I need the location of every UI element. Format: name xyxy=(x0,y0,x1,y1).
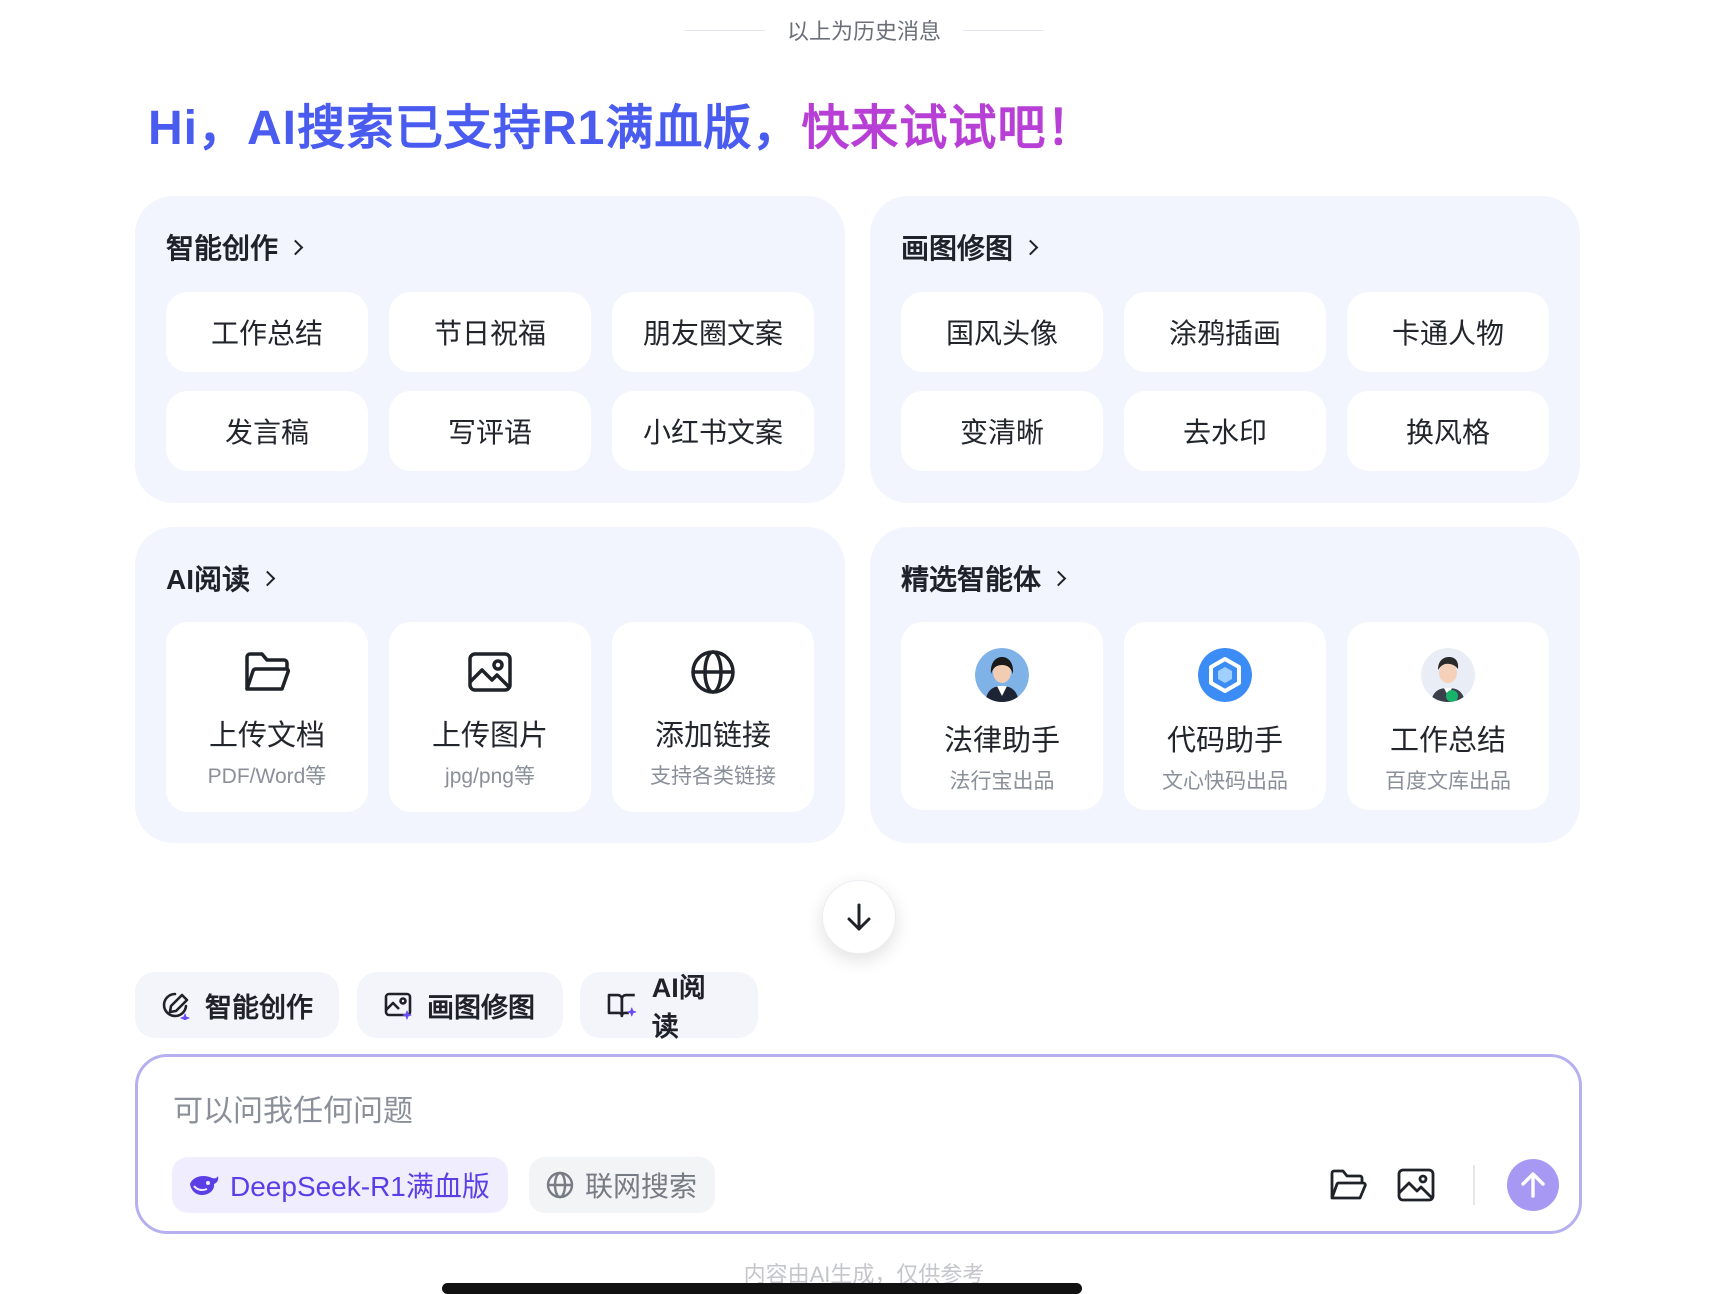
tile-subtitle: 法行宝出品 xyxy=(949,770,1055,793)
greeting-headline: Hi，AI搜索已支持R1满血版，快来试试吧！ xyxy=(148,88,1095,158)
book-sparkle-icon xyxy=(607,993,637,1018)
divider-line-right xyxy=(963,29,1043,31)
chevron-right-icon xyxy=(1022,239,1039,255)
history-divider-text: 以上为历史消息 xyxy=(786,19,941,44)
reading-card: AI阅读 上传文档 PDF/Word等 上传图片 jpg/png等 添加链接 支… xyxy=(135,527,845,843)
image-item[interactable]: 去水印 xyxy=(1124,391,1326,471)
quick-tab-reading[interactable]: AI阅读 xyxy=(580,972,758,1042)
chevron-right-icon xyxy=(1050,570,1067,586)
reading-card-title[interactable]: AI阅读 xyxy=(166,558,276,598)
tile-subtitle: PDF/Word等 xyxy=(207,765,327,788)
tile-title: 添加链接 xyxy=(654,720,771,752)
image-title-label: 画图修图 xyxy=(901,233,1014,264)
arrow-up-icon xyxy=(1521,1172,1545,1198)
tile-subtitle: 文心快码出品 xyxy=(1162,770,1288,793)
divider-line-left xyxy=(684,29,765,31)
tile-title: 上传文档 xyxy=(208,720,325,752)
globe-icon xyxy=(546,1171,574,1199)
scroll-down-button[interactable] xyxy=(822,880,896,954)
toolbar-divider xyxy=(1473,1165,1475,1205)
image-icon xyxy=(1397,1168,1435,1202)
globe-icon xyxy=(689,646,737,698)
model-chip-label: DeepSeek-R1满血版 xyxy=(230,1171,490,1202)
tile-title: 法律助手 xyxy=(943,725,1060,757)
image-item[interactable]: 卡通人物 xyxy=(1347,292,1549,372)
deepseek-whale-icon xyxy=(190,1176,219,1195)
web-search-toggle[interactable]: 联网搜索 xyxy=(529,1157,716,1213)
agents-card-title[interactable]: 精选智能体 xyxy=(901,558,1067,598)
code-assistant-logo xyxy=(1198,647,1252,703)
image-item[interactable]: 变清晰 xyxy=(901,391,1103,471)
tile-subtitle: 支持各类链接 xyxy=(650,765,776,788)
image-item[interactable]: 换风格 xyxy=(1347,391,1549,471)
image-card-title[interactable]: 画图修图 xyxy=(901,227,1039,267)
chevron-right-icon xyxy=(259,570,276,586)
creation-item[interactable]: 工作总结 xyxy=(166,292,368,372)
folder-icon xyxy=(243,646,291,698)
tile-subtitle: jpg/png等 xyxy=(445,765,535,788)
upload-document-tile[interactable]: 上传文档 PDF/Word等 xyxy=(166,622,368,812)
image-item[interactable]: 涂鸦插画 xyxy=(1124,292,1326,372)
creation-item[interactable]: 节日祝福 xyxy=(389,292,591,372)
chat-input-box: DeepSeek-R1满血版 联网搜索 xyxy=(135,1054,1582,1234)
creation-title-label: 智能创作 xyxy=(166,233,279,264)
creation-item[interactable]: 写评语 xyxy=(389,391,591,471)
upload-image-tile[interactable]: 上传图片 jpg/png等 xyxy=(389,622,591,812)
chat-input[interactable] xyxy=(171,1087,1275,1137)
quick-tab-label: 画图修图 xyxy=(427,992,535,1023)
creation-item[interactable]: 发言稿 xyxy=(166,391,368,471)
tile-subtitle: 百度文库出品 xyxy=(1385,770,1511,793)
tile-title: 上传图片 xyxy=(431,720,548,752)
folder-icon xyxy=(1330,1169,1367,1200)
image-item[interactable]: 国风头像 xyxy=(901,292,1103,372)
work-summary-agent-tile[interactable]: 工作总结 百度文库出品 xyxy=(1347,622,1549,810)
cartoon-avatar xyxy=(1421,647,1475,703)
creation-item[interactable]: 小红书文案 xyxy=(612,391,814,471)
lawyer-avatar xyxy=(975,647,1029,703)
model-select-chip[interactable]: DeepSeek-R1满血版 xyxy=(172,1157,508,1213)
legal-assistant-tile[interactable]: 法律助手 法行宝出品 xyxy=(901,622,1103,810)
home-indicator xyxy=(442,1283,1082,1294)
history-divider: 以上为历史消息 xyxy=(0,12,1728,48)
quick-tab-image[interactable]: 画图修图 xyxy=(357,972,563,1038)
greeting-part2: 快来试试吧！ xyxy=(801,102,1096,155)
creation-card-title[interactable]: 智能创作 xyxy=(166,227,304,267)
send-button[interactable] xyxy=(1507,1159,1559,1211)
web-chip-label: 联网搜索 xyxy=(585,1171,698,1202)
creation-card: 智能创作 工作总结 节日祝福 朋友圈文案 发言稿 写评语 小红书文案 xyxy=(135,196,845,503)
creation-item[interactable]: 朋友圈文案 xyxy=(612,292,814,372)
quick-tab-label: 智能创作 xyxy=(205,992,313,1023)
attach-file-button[interactable] xyxy=(1326,1163,1370,1207)
add-link-tile[interactable]: 添加链接 支持各类链接 xyxy=(612,622,814,812)
quick-tab-label: AI阅读 xyxy=(651,973,706,1042)
agents-title-label: 精选智能体 xyxy=(901,564,1042,595)
agents-card: 精选智能体 法律助手 法行宝出品 代码助手 文心快码出品 工作总结 百度文库出品 xyxy=(870,527,1580,843)
image-card: 画图修图 国风头像 涂鸦插画 卡通人物 变清晰 去水印 换风格 xyxy=(870,196,1580,503)
image-icon xyxy=(467,646,513,698)
quick-tab-creation[interactable]: 智能创作 xyxy=(135,972,339,1038)
arrow-down-icon xyxy=(847,903,871,931)
attach-image-button[interactable] xyxy=(1394,1163,1438,1207)
chevron-right-icon xyxy=(287,239,304,255)
greeting-part1: Hi，AI搜索已支持R1满血版， xyxy=(148,102,802,155)
reading-title-label: AI阅读 xyxy=(166,564,251,595)
code-assistant-tile[interactable]: 代码助手 文心快码出品 xyxy=(1124,622,1326,810)
pen-sparkle-icon xyxy=(162,992,190,1020)
tile-title: 代码助手 xyxy=(1166,725,1283,757)
image-sparkle-icon xyxy=(384,992,412,1020)
tile-title: 工作总结 xyxy=(1389,725,1506,757)
